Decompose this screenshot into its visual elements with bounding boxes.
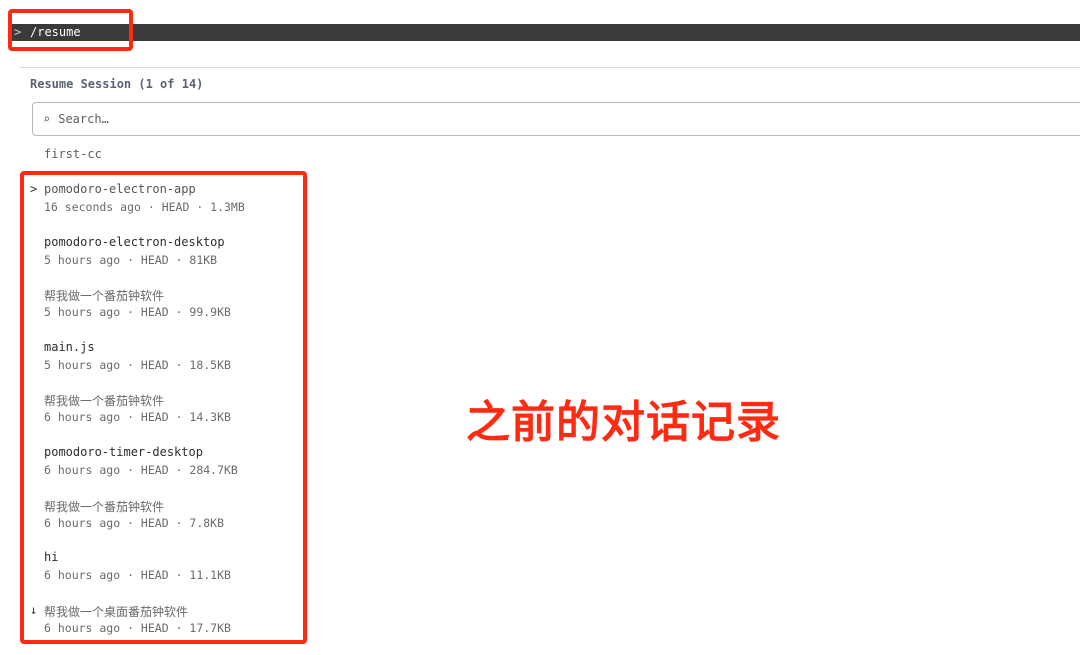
annotation-label: 之前的对话记录 — [466, 397, 781, 448]
command-bar: > /resume — [10, 24, 1080, 41]
search-icon: ⌕ — [43, 112, 51, 126]
search-input[interactable] — [56, 111, 1080, 127]
session-item-first[interactable]: first-cc — [44, 147, 102, 161]
annotation-box-command — [8, 9, 133, 51]
annotation-box-session-list — [20, 171, 307, 644]
divider — [20, 67, 1080, 68]
panel-title: Resume Session (1 of 14) — [30, 77, 204, 91]
search-box[interactable]: ⌕ — [32, 102, 1080, 136]
